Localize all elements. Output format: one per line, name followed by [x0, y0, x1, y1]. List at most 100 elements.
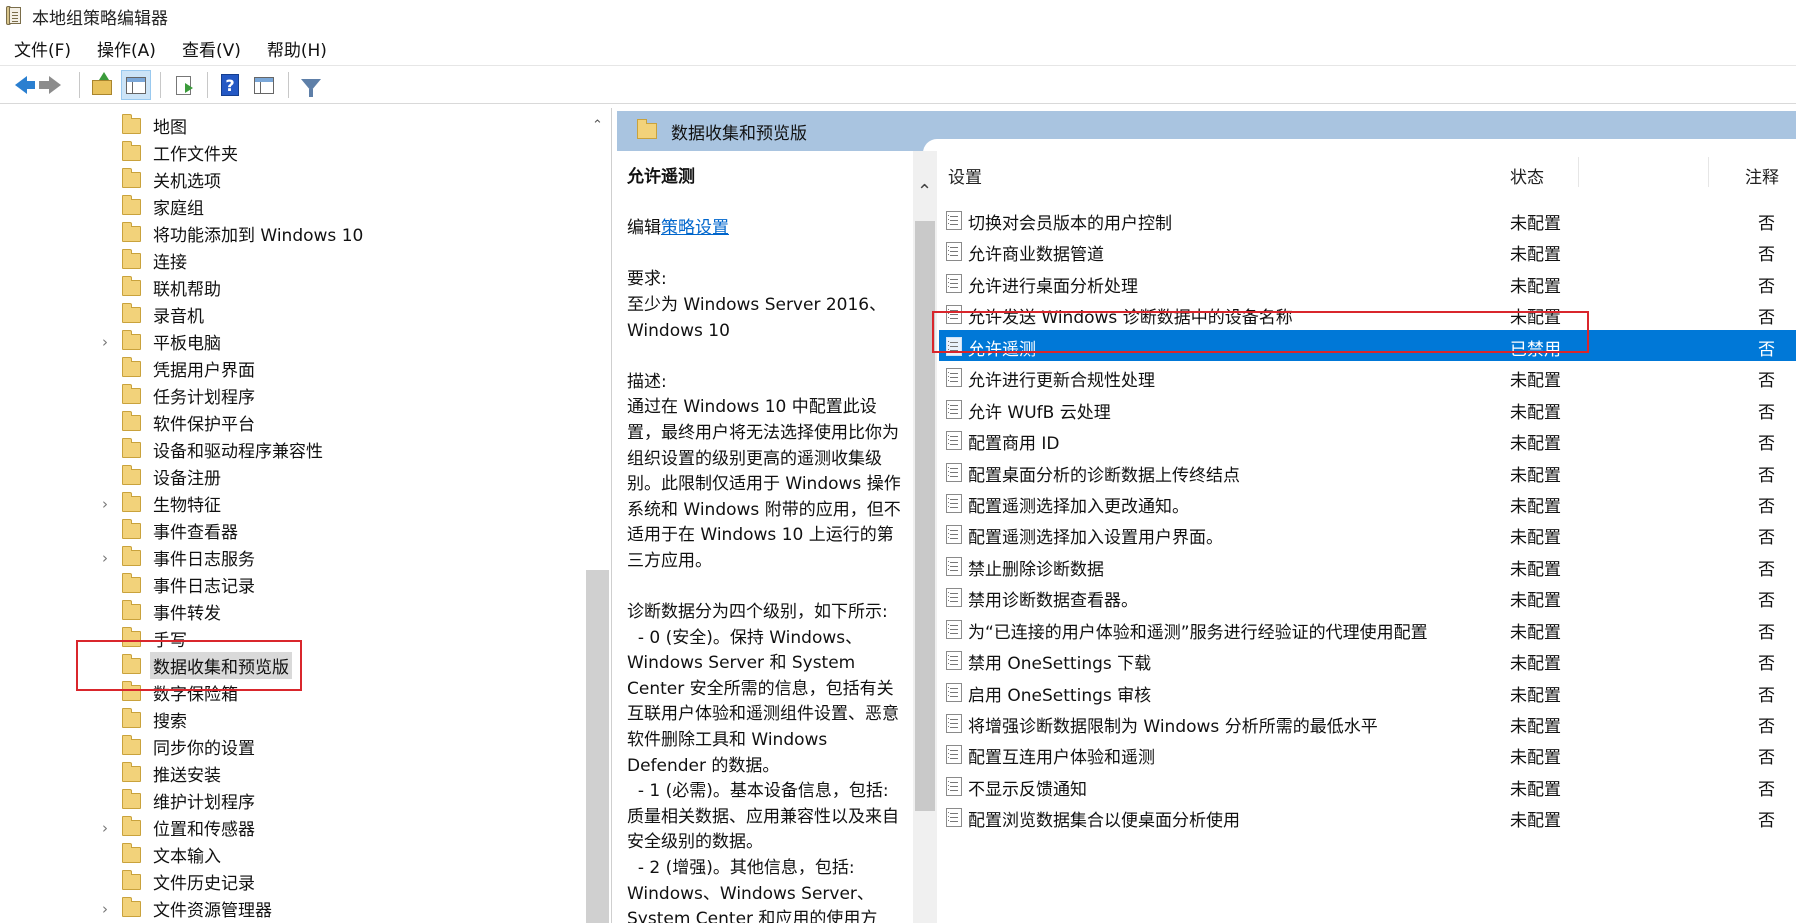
tree-item[interactable]: 数字保险箱 — [0, 679, 585, 706]
tree-item[interactable]: 维护计划程序 — [0, 787, 585, 814]
levels-intro: 诊断数据分为四个级别，如下所示: — [627, 602, 888, 623]
tree-item[interactable]: 事件日志记录 — [0, 571, 585, 598]
tree-item-label: 地图 — [153, 118, 187, 138]
menu-file[interactable]: 文件(F) — [0, 36, 83, 61]
tree-item-label: 将功能添加到 Windows 10 — [153, 226, 364, 246]
table-row[interactable]: 为“已连接的用户体验和遥测”服务进行经验证的代理使用配置 未配置 否 — [939, 613, 1796, 644]
table-row[interactable]: 禁用诊断数据查看器。 未配置 否 — [939, 581, 1796, 612]
chevron-right-icon[interactable]: › — [98, 549, 112, 567]
tree-item[interactable]: 将功能添加到 Windows 10 — [0, 220, 585, 247]
tree-item[interactable]: 事件查看器 — [0, 517, 585, 544]
tree-item[interactable]: › 平板电脑 — [0, 328, 585, 355]
tree-item[interactable]: 文件历史记录 — [0, 868, 585, 895]
setting-state: 未配置 — [1510, 371, 1561, 392]
table-row[interactable]: 配置遥测选择加入更改通知。 未配置 否 — [939, 487, 1796, 518]
filter-button[interactable] — [296, 70, 326, 100]
export-list-button[interactable] — [168, 70, 198, 100]
tree-item[interactable]: 工作文件夹 — [0, 139, 585, 166]
table-row[interactable]: 将增强诊断数据限制为 Windows 分析所需的最低水平 未配置 否 — [939, 707, 1796, 738]
description-scroll-thumb[interactable] — [915, 221, 935, 811]
tree-item[interactable]: 数据收集和预览版 — [0, 652, 585, 679]
tree-item[interactable]: 同步你的设置 — [0, 733, 585, 760]
column-header-setting[interactable]: 设置 — [948, 163, 982, 188]
folder-icon — [122, 140, 141, 161]
folder-icon — [122, 356, 141, 377]
menu-action[interactable]: 操作(A) — [83, 36, 168, 61]
tree-item[interactable]: 连接 — [0, 247, 585, 274]
menu-view[interactable]: 查看(V) — [168, 36, 253, 61]
table-row[interactable]: 禁止删除诊断数据 未配置 否 — [939, 550, 1796, 581]
tree-item[interactable]: 家庭组 — [0, 193, 585, 220]
tree-item[interactable]: 联机帮助 — [0, 274, 585, 301]
tree-item[interactable]: 设备和驱动程序兼容性 — [0, 436, 585, 463]
chevron-right-icon[interactable]: › — [98, 819, 112, 837]
tree-item[interactable]: 关机选项 — [0, 166, 585, 193]
column-header-state[interactable]: 状态 — [1510, 163, 1544, 188]
forward-button[interactable] — [39, 70, 70, 100]
chevron-right-icon[interactable]: › — [98, 900, 112, 918]
tree-item[interactable]: › 位置和传感器 — [0, 814, 585, 841]
table-row[interactable]: 允许商业数据管道 未配置 否 — [939, 235, 1796, 266]
back-button[interactable] — [6, 70, 36, 100]
tree-item[interactable]: 文本输入 — [0, 841, 585, 868]
tree-item[interactable]: › 事件日志服务 — [0, 544, 585, 571]
tree-item-label: 事件日志记录 — [153, 577, 255, 597]
chevron-right-icon[interactable]: › — [98, 495, 112, 513]
window-title: 本地组策略编辑器 — [32, 8, 168, 29]
setting-state: 已禁用 — [1510, 339, 1561, 360]
table-row[interactable]: 允许进行更新合规性处理 未配置 否 — [939, 361, 1796, 392]
policy-setting-icon — [946, 651, 962, 671]
table-row[interactable]: 配置桌面分析的诊断数据上传终结点 未配置 否 — [939, 456, 1796, 487]
tree-item[interactable]: 推送安装 — [0, 760, 585, 787]
table-row[interactable]: 禁用 OneSettings 下载 未配置 否 — [939, 644, 1796, 675]
help-button[interactable]: ? — [215, 70, 245, 100]
tree-item-label: 文本输入 — [153, 847, 221, 867]
tree-item[interactable]: 地图 — [0, 112, 585, 139]
menu-help[interactable]: 帮助(H) — [253, 36, 339, 61]
table-row[interactable]: 允许进行桌面分析处理 未配置 否 — [939, 267, 1796, 298]
tree-item[interactable]: 任务计划程序 — [0, 382, 585, 409]
properties-button[interactable] — [249, 70, 279, 100]
chevron-right-icon[interactable]: › — [98, 333, 112, 351]
setting-state: 未配置 — [1510, 559, 1561, 580]
column-divider[interactable] — [1708, 157, 1709, 187]
scroll-up-icon[interactable]: ⌃ — [917, 181, 932, 202]
scroll-up-icon[interactable]: ⌃ — [592, 118, 603, 133]
tree-item[interactable]: 软件保护平台 — [0, 409, 585, 436]
setting-name: 禁用 OneSettings 下载 — [968, 654, 1152, 675]
setting-state: 未配置 — [1510, 717, 1561, 737]
table-row[interactable]: 配置遥测选择加入设置用户界面。 未配置 否 — [939, 518, 1796, 549]
policy-title: 允许遥测 — [627, 167, 695, 187]
tree-item[interactable]: › 文件资源管理器 — [0, 895, 585, 922]
tree-item[interactable]: 凭据用户界面 — [0, 355, 585, 382]
table-row[interactable]: 允许发送 Windows 诊断数据中的设备名称 未配置 否 — [939, 298, 1796, 329]
table-row[interactable]: 允许遥测 已禁用 否 — [939, 329, 1796, 362]
table-row[interactable]: 启用 OneSettings 审核 未配置 否 — [939, 676, 1796, 707]
tree-scroll-thumb[interactable] — [586, 570, 609, 923]
tree-item[interactable]: › 生物特征 — [0, 490, 585, 517]
column-header-note[interactable]: 注释 — [1745, 163, 1779, 188]
table-row[interactable]: 配置浏览数据集合以便桌面分析使用 未配置 否 — [939, 801, 1796, 832]
description-scrollbar[interactable]: ⌃ — [913, 151, 937, 923]
tree-item[interactable]: 搜索 — [0, 706, 585, 733]
table-row[interactable]: 切换对会员版本的用户控制 未配置 否 — [939, 204, 1796, 235]
setting-name: 配置浏览数据集合以便桌面分析使用 — [968, 811, 1240, 832]
setting-name: 允许进行桌面分析处理 — [968, 276, 1138, 297]
setting-name: 允许进行更新合规性处理 — [968, 371, 1155, 392]
tree-item[interactable]: 录音机 — [0, 301, 585, 328]
up-one-level-button[interactable] — [87, 70, 117, 100]
setting-name: 不显示反馈通知 — [968, 779, 1087, 800]
tree-scrollbar[interactable]: ⌃ — [585, 108, 611, 923]
table-row[interactable]: 允许 WUfB 云处理 未配置 否 — [939, 393, 1796, 424]
show-hide-tree-button[interactable] — [121, 70, 151, 100]
tree-item[interactable]: 手写 — [0, 625, 585, 652]
policy-settings-link[interactable]: 策略设置 — [661, 218, 729, 238]
table-row[interactable]: 配置商用 ID 未配置 否 — [939, 424, 1796, 455]
setting-note: 否 — [1758, 245, 1775, 266]
column-divider[interactable] — [1578, 157, 1579, 187]
tree-item[interactable]: 事件转发 — [0, 598, 585, 625]
tree-item[interactable]: 设备注册 — [0, 463, 585, 490]
table-row[interactable]: 配置互连用户体验和遥测 未配置 否 — [939, 738, 1796, 769]
table-row[interactable]: 不显示反馈通知 未配置 否 — [939, 770, 1796, 801]
